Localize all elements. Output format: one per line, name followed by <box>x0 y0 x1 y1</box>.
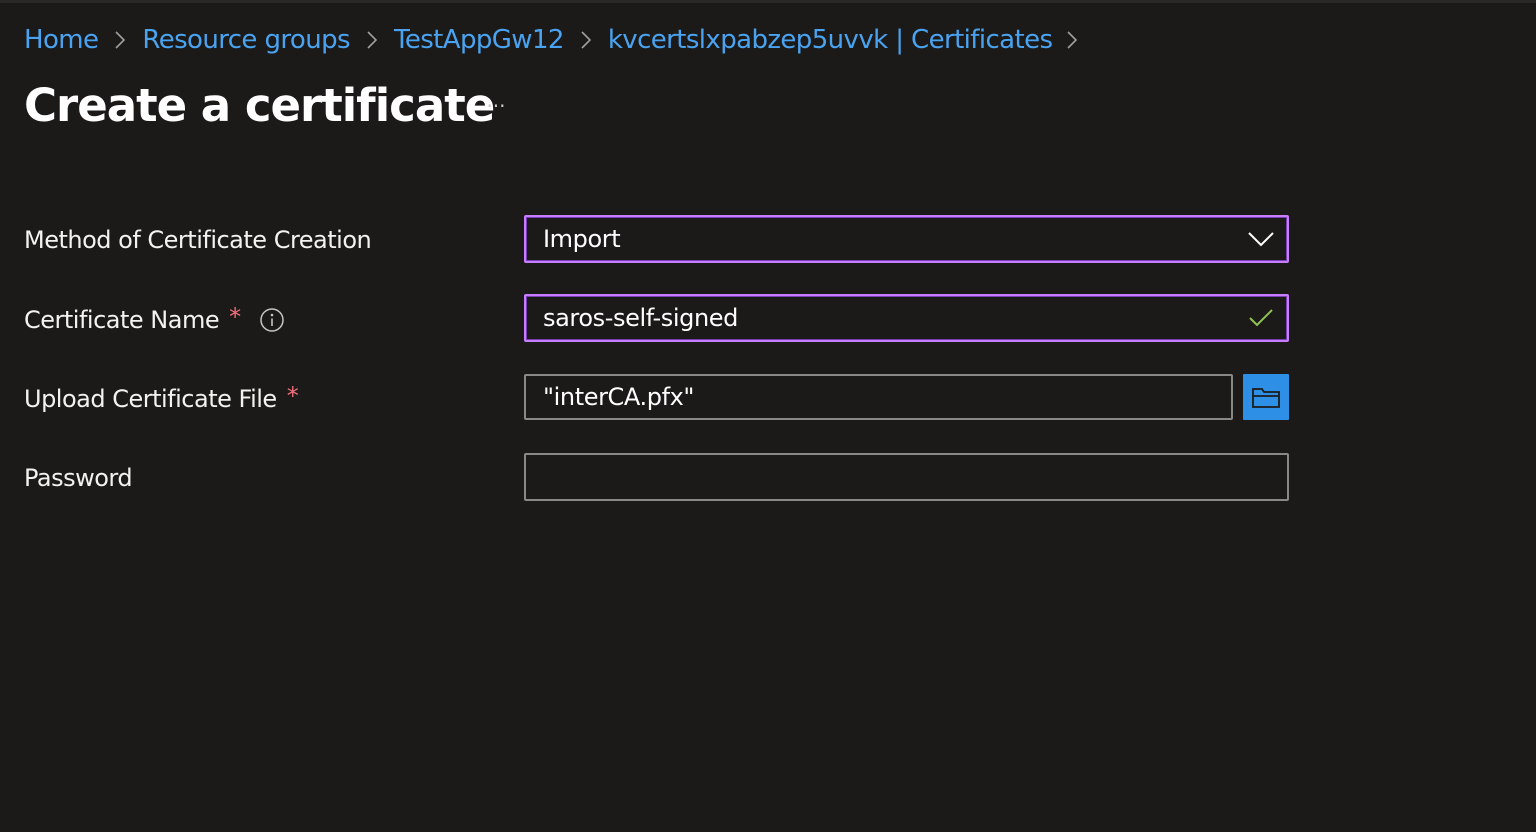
top-strip <box>0 0 1536 3</box>
upload-file-input[interactable]: "interCA.pfx" <box>524 374 1233 420</box>
chevron-right-icon <box>1052 22 1092 58</box>
upload-file-label-text: Upload Certificate File <box>24 385 277 413</box>
more-options-button[interactable]: ··· <box>478 90 514 122</box>
certificate-name-input[interactable]: saros-self-signed <box>524 294 1289 342</box>
certificate-name-label-text: Certificate Name <box>24 306 220 334</box>
page-title: Create a certificate <box>24 79 495 132</box>
breadcrumb-home[interactable]: Home <box>24 25 99 55</box>
breadcrumb: Home Resource groups TestAppGw12 kvcerts… <box>24 22 1092 58</box>
method-dropdown-value: Import <box>543 225 621 253</box>
required-marker: * <box>229 303 241 331</box>
chevron-right-icon <box>564 22 608 58</box>
password-input[interactable] <box>524 453 1289 501</box>
password-label-text: Password <box>24 464 133 492</box>
upload-file-label: Upload Certificate File * <box>24 379 299 419</box>
breadcrumb-resource-groups[interactable]: Resource groups <box>142 25 350 55</box>
ellipsis-icon: ··· <box>486 94 506 118</box>
required-marker: * <box>286 382 299 410</box>
info-icon[interactable] <box>259 307 285 333</box>
method-label-text: Method of Certificate Creation <box>24 226 372 254</box>
method-label: Method of Certificate Creation <box>24 220 372 260</box>
chevron-right-icon <box>350 22 394 58</box>
certificate-name-label: Certificate Name * <box>24 300 285 340</box>
breadcrumb-key-vault-certificates[interactable]: kvcertslxpabzep5uvvk | Certificates <box>608 25 1053 55</box>
upload-file-value: "interCA.pfx" <box>543 383 695 411</box>
certificate-name-value: saros-self-signed <box>543 304 738 332</box>
checkmark-icon <box>1235 296 1287 340</box>
browse-file-button[interactable] <box>1243 374 1289 420</box>
chevron-down-icon <box>1235 217 1287 261</box>
breadcrumb-resource-group[interactable]: TestAppGw12 <box>394 25 564 55</box>
password-label: Password <box>24 458 133 498</box>
folder-icon <box>1251 385 1281 409</box>
method-dropdown[interactable]: Import <box>524 215 1289 263</box>
chevron-right-icon <box>98 22 142 58</box>
